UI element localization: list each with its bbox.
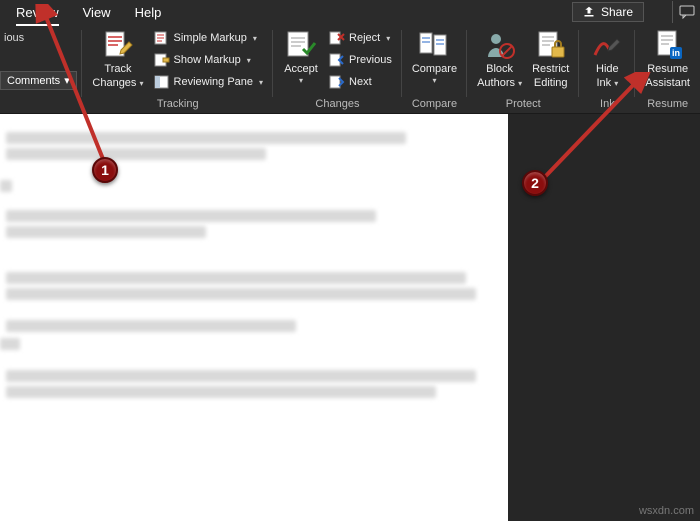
comment-label: Comments (7, 75, 60, 87)
group-protect: Block Authors ▾ Restrict Editing Protect (467, 24, 579, 113)
compare-icon (418, 29, 450, 61)
show-markup-label: Show Markup (174, 54, 241, 66)
resume-assistant-icon: in (652, 29, 684, 61)
chevron-down-icon: ▾ (247, 56, 251, 65)
group-label (0, 97, 76, 111)
group-changes: Accept ▾ Reject ▾ Previous Nex (273, 24, 402, 113)
hide-ink-label2: Ink ▾ (596, 77, 618, 89)
compare-label: Compare (412, 63, 457, 75)
previous-label: Previous (349, 54, 392, 66)
chevron-down-icon: ▾ (614, 79, 618, 88)
simple-markup-label: Simple Markup (174, 32, 247, 44)
chevron-down-icon: ▾ (386, 34, 390, 43)
reviewing-pane-dropdown[interactable]: Reviewing Pane ▾ (150, 71, 268, 93)
reject-label: Reject (349, 32, 380, 44)
share-icon (583, 6, 595, 18)
tracking-options: Simple Markup ▾ Show Markup ▾ Reviewing … (150, 27, 268, 93)
ribbon: ious Comments ▾ Track Changes ▾ (0, 24, 700, 114)
display-for-review-dropdown[interactable]: Simple Markup ▾ (150, 27, 268, 49)
next-label: Next (349, 76, 372, 88)
next-icon (329, 74, 345, 90)
compare-button[interactable]: Compare ▾ (408, 27, 461, 85)
track-label: Track (104, 63, 131, 75)
group-compare: Compare ▾ Compare (402, 24, 467, 113)
restrict-editing-icon (535, 29, 567, 61)
comments-pane-toggle[interactable] (672, 1, 700, 23)
group-label-protect: Protect (473, 97, 573, 111)
restrict-label: Restrict (532, 63, 569, 75)
restrict-editing-button[interactable]: Restrict Editing (528, 27, 573, 89)
block-label2: Authors ▾ (477, 77, 522, 89)
track-changes-button[interactable]: Track Changes ▾ (88, 27, 147, 89)
block-label: Block (486, 63, 513, 75)
group-label-resume: Resume (641, 97, 694, 111)
block-authors-icon (484, 29, 516, 61)
accept-icon (285, 29, 317, 61)
new-comments-button[interactable]: Comments ▾ (0, 71, 77, 90)
group-label-ink: Ink (585, 97, 629, 111)
annotation-badge-1: 1 (92, 157, 118, 183)
accept-label: Accept (284, 63, 318, 75)
hide-ink-button[interactable]: Hide Ink ▾ (585, 27, 629, 89)
next-change-button[interactable]: Next (325, 71, 396, 93)
resume-label: Resume (647, 63, 688, 75)
tab-help[interactable]: Help (135, 3, 162, 22)
chevron-down-icon: ▾ (140, 79, 144, 88)
reviewing-pane-icon (154, 74, 170, 90)
markup-icon (154, 30, 170, 46)
share-button[interactable]: Share (572, 2, 644, 22)
group-resume: in Resume Assistant Resume (635, 24, 700, 113)
block-authors-button[interactable]: Block Authors ▾ (473, 27, 526, 89)
resume-assistant-button[interactable]: in Resume Assistant (641, 27, 694, 89)
group-label-changes: Changes (279, 97, 396, 111)
tab-view[interactable]: View (83, 3, 111, 22)
track-label2: Changes ▾ (92, 77, 143, 89)
hide-ink-icon (591, 29, 623, 61)
chevron-down-icon: ▾ (259, 78, 263, 87)
chevron-down-icon: ▾ (299, 77, 303, 85)
annotation-badge-2: 2 (522, 170, 548, 196)
previous-icon (329, 52, 345, 68)
share-label: Share (601, 5, 633, 19)
tab-review[interactable]: Review (16, 3, 59, 22)
track-changes-icon (102, 29, 134, 61)
ribbon-tabs: Review View Help Share (0, 0, 700, 24)
svg-text:in: in (672, 48, 680, 58)
reject-icon (329, 30, 345, 46)
chevron-down-icon: ▾ (432, 77, 436, 85)
restrict-label2: Editing (534, 77, 568, 89)
show-markup-icon (154, 52, 170, 68)
accept-button[interactable]: Accept ▾ (279, 27, 323, 85)
word-window: { "tabs": { "review": "Review", "view": … (0, 0, 700, 521)
reject-button[interactable]: Reject ▾ (325, 27, 396, 49)
watermark: wsxdn.com (639, 505, 694, 517)
group-label-tracking: Tracking (88, 97, 267, 111)
document-page[interactable] (0, 114, 508, 521)
chevron-down-icon: ▾ (64, 74, 70, 87)
show-markup-dropdown[interactable]: Show Markup ▾ (150, 49, 268, 71)
resume-label2: Assistant (645, 77, 690, 89)
reviewing-pane-label: Reviewing Pane (174, 76, 254, 88)
chevron-down-icon: ▾ (518, 79, 522, 88)
cutoff-text: ious (0, 27, 28, 49)
chevron-down-icon: ▾ (253, 34, 257, 43)
group-label-compare: Compare (408, 97, 461, 111)
changes-options: Reject ▾ Previous Next (325, 27, 396, 93)
group-ink: Hide Ink ▾ Ink (579, 24, 635, 113)
previous-change-button[interactable]: Previous (325, 49, 396, 71)
group-comments-partial: ious Comments ▾ (0, 24, 82, 113)
group-tracking: Track Changes ▾ Simple Markup ▾ Show Mar… (82, 24, 273, 113)
hide-ink-label: Hide (596, 63, 619, 75)
